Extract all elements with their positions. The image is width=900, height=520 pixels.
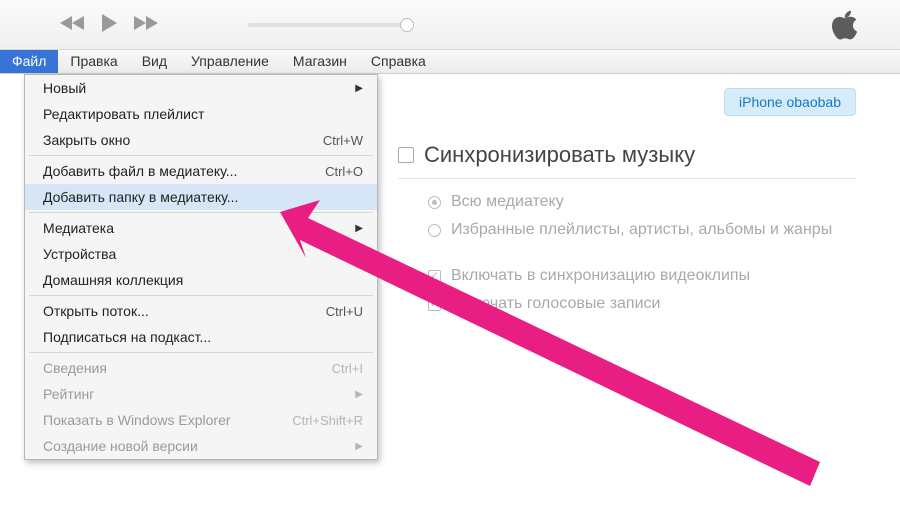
option-label: Включать в синхронизацию видеоклипы xyxy=(451,267,750,285)
sync-music-row[interactable]: Синхронизировать музыку xyxy=(398,142,882,168)
rewind-button[interactable] xyxy=(60,15,86,34)
top-toolbar xyxy=(0,0,900,50)
device-button[interactable]: iPhone obaobab xyxy=(724,88,856,116)
volume-slider[interactable] xyxy=(248,23,408,27)
playback-controls xyxy=(60,13,158,36)
option-all-library[interactable]: Всю медиатеку xyxy=(428,193,882,211)
menu-file[interactable]: Файл xyxy=(0,50,58,73)
forward-button[interactable] xyxy=(132,15,158,34)
menu-item[interactable]: Подписаться на подкаст... xyxy=(25,324,377,350)
menu-item-label: Добавить файл в медиатеку... xyxy=(43,163,237,179)
sync-music-title: Синхронизировать музыку xyxy=(424,142,695,168)
menu-item-label: Домашняя коллекция xyxy=(43,272,183,288)
menu-item-label: Устройства xyxy=(43,246,116,262)
submenu-arrow-icon: ▶ xyxy=(355,83,363,94)
menu-item-label: Медиатека xyxy=(43,220,114,236)
menu-item-label: Подписаться на подкаст... xyxy=(43,329,211,345)
volume-slider-thumb[interactable] xyxy=(400,18,414,32)
submenu-arrow-icon: ▶ xyxy=(355,389,363,400)
menu-separator xyxy=(29,212,373,213)
menu-item[interactable]: Открыть поток... Ctrl+U xyxy=(25,298,377,324)
option-label: Избранные плейлисты, артисты, альбомы и … xyxy=(451,221,832,239)
menu-separator xyxy=(29,155,373,156)
menu-item-label: Добавить папку в медиатеку... xyxy=(43,189,238,205)
submenu-arrow-icon: ▶ xyxy=(355,441,363,452)
radio-selected-icon xyxy=(428,196,441,209)
menu-item[interactable]: Новый ▶ xyxy=(25,75,377,101)
menu-item-label: Сведения xyxy=(43,360,107,376)
file-menu-dropdown: Новый ▶ Редактировать плейлист Закрыть окно… xyxy=(24,74,378,460)
menu-item-label: Новый xyxy=(43,80,86,96)
menu-bar: Файл Правка Вид Управление Магазин Справ… xyxy=(0,50,900,74)
option-selective[interactable]: Избранные плейлисты, артисты, альбомы и … xyxy=(428,221,882,239)
menu-edit[interactable]: Правка xyxy=(58,50,129,73)
menu-item-label: Рейтинг xyxy=(43,386,94,402)
menu-item[interactable]: Устройства ▶ xyxy=(25,241,377,267)
menu-separator xyxy=(29,352,373,353)
sync-options: Всю медиатеку Избранные плейлисты, артис… xyxy=(428,193,882,313)
menu-view[interactable]: Вид xyxy=(130,50,179,73)
menu-item: Показать в Windows Explorer Ctrl+Shift+R xyxy=(25,407,377,433)
menu-item: Рейтинг ▶ xyxy=(25,381,377,407)
menu-item: Создание новой версии ▶ xyxy=(25,433,377,459)
separator xyxy=(398,178,856,179)
play-button[interactable] xyxy=(100,13,118,36)
menu-item-label: Закрыть окно xyxy=(43,132,130,148)
apple-logo-icon xyxy=(830,8,860,45)
sync-music-checkbox[interactable] xyxy=(398,147,414,163)
menu-controls[interactable]: Управление xyxy=(179,50,281,73)
menu-separator xyxy=(29,295,373,296)
menu-item-shortcut: Ctrl+W xyxy=(323,133,363,148)
submenu-arrow-icon: ▶ xyxy=(355,249,363,260)
menu-store[interactable]: Магазин xyxy=(281,50,359,73)
menu-item-shortcut: Ctrl+U xyxy=(326,304,363,319)
radio-unselected-icon xyxy=(428,224,441,237)
option-label: Включать голосовые записи xyxy=(451,295,660,313)
menu-item: Сведения Ctrl+I xyxy=(25,355,377,381)
menu-item-label: Создание новой версии xyxy=(43,438,198,454)
menu-item-shortcut: Ctrl+O xyxy=(325,164,363,179)
menu-item[interactable]: Домашняя коллекция xyxy=(25,267,377,293)
checkbox-checked-icon: ✓ xyxy=(428,298,441,311)
menu-item-shortcut: Ctrl+Shift+R xyxy=(292,413,363,428)
option-label: Всю медиатеку xyxy=(451,193,564,211)
menu-help[interactable]: Справка xyxy=(359,50,438,73)
content-area: iPhone obaobab Синхронизировать музыку В… xyxy=(380,74,900,333)
menu-item[interactable]: Медиатека ▶ xyxy=(25,215,377,241)
menu-item-label: Открыть поток... xyxy=(43,303,149,319)
menu-item[interactable]: Закрыть окно Ctrl+W xyxy=(25,127,377,153)
option-include-voice[interactable]: ✓ Включать голосовые записи xyxy=(428,295,882,313)
submenu-arrow-icon: ▶ xyxy=(355,223,363,234)
menu-item-shortcut: Ctrl+I xyxy=(332,361,363,376)
menu-item-label: Показать в Windows Explorer xyxy=(43,412,231,428)
checkbox-checked-icon: ✓ xyxy=(428,270,441,283)
menu-item[interactable]: Добавить папку в медиатеку... xyxy=(25,184,377,210)
menu-item[interactable]: Редактировать плейлист xyxy=(25,101,377,127)
option-include-videos[interactable]: ✓ Включать в синхронизацию видеоклипы xyxy=(428,267,882,285)
menu-item-label: Редактировать плейлист xyxy=(43,106,204,122)
menu-item[interactable]: Добавить файл в медиатеку... Ctrl+O xyxy=(25,158,377,184)
